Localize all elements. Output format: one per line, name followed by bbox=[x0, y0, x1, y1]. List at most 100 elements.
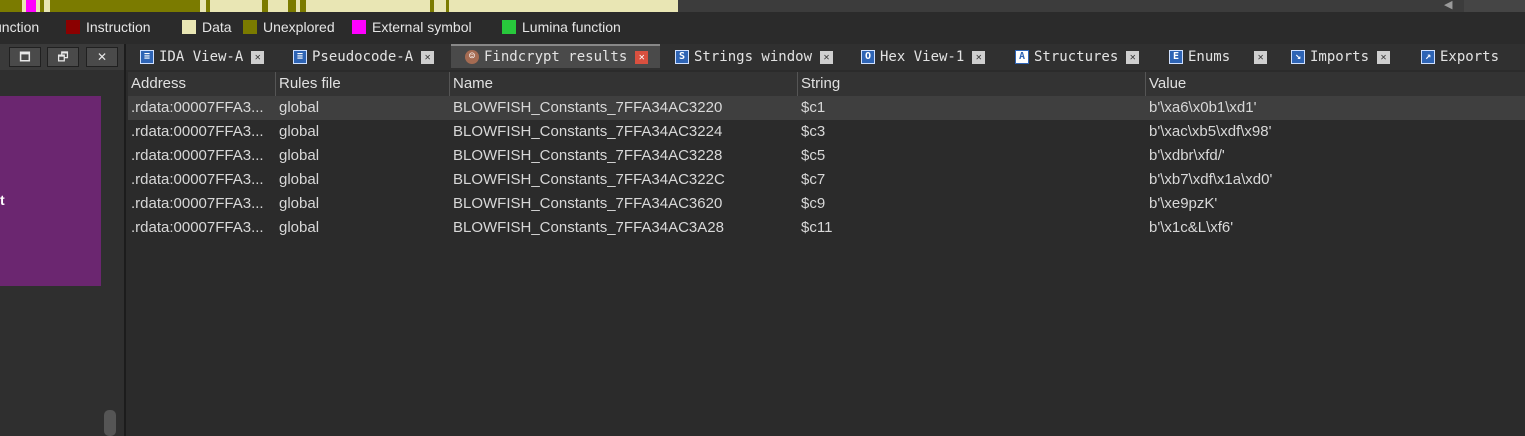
column-header-value[interactable]: Value bbox=[1146, 72, 1525, 96]
tab-ida-view-a[interactable]: ≡ IDA View-A ✕ bbox=[140, 44, 265, 70]
navigation-segment[interactable] bbox=[268, 0, 288, 12]
tab-imports[interactable]: ↘ Imports ✕ bbox=[1291, 44, 1391, 70]
tab-strings-window[interactable]: S Strings window ✕ bbox=[675, 44, 834, 70]
left-panel-toolbar: 🗖 🗗 ✕ bbox=[0, 44, 126, 70]
navigation-segment[interactable] bbox=[50, 0, 200, 12]
legend-label: unction bbox=[0, 19, 40, 35]
close-tab-icon[interactable]: ✕ bbox=[635, 50, 649, 64]
tab-pseudocode-a[interactable]: ≡ Pseudocode-A ✕ bbox=[293, 44, 435, 70]
cell-name: BLOWFISH_Constants_7FFA34AC3620 bbox=[453, 195, 723, 212]
strings-icon: S bbox=[675, 50, 689, 64]
table-row[interactable]: .rdata:00007FFA3... global BLOWFISH_Consta… bbox=[128, 216, 1525, 240]
legend-item-function: unction bbox=[0, 18, 39, 36]
navigation-segment[interactable] bbox=[0, 0, 22, 12]
navigation-segment[interactable] bbox=[26, 0, 36, 12]
tab-label: Hex View-1 bbox=[880, 49, 965, 65]
close-tab-icon[interactable]: ✕ bbox=[251, 50, 265, 64]
navigation-segment[interactable] bbox=[210, 0, 262, 12]
cell-string: $c5 bbox=[801, 147, 826, 164]
cell-name: BLOWFISH_Constants_7FFA34AC3224 bbox=[453, 123, 723, 140]
cell-name: BLOWFISH_Constants_7FFA34AC3A28 bbox=[453, 219, 724, 236]
close-tab-icon[interactable]: ✕ bbox=[820, 50, 834, 64]
navigation-legend: unction Instruction Data Unexplored Exte… bbox=[0, 12, 1525, 42]
column-header-address[interactable]: Address bbox=[128, 72, 276, 96]
tab-structures[interactable]: A Structures ✕ bbox=[1015, 44, 1140, 70]
left-panel-highlight: t bbox=[0, 96, 101, 286]
tab-label: Structures bbox=[1034, 49, 1119, 65]
float-button[interactable]: 🗗 bbox=[47, 47, 79, 67]
restore-button[interactable]: 🗖 bbox=[9, 47, 41, 67]
column-header-name[interactable]: Name bbox=[450, 72, 798, 96]
close-tab-icon[interactable]: ✕ bbox=[1377, 50, 1391, 64]
cell-value: b'\xe9pzK' bbox=[1149, 195, 1218, 212]
tab-findcrypt-results[interactable]: ☺ Findcrypt results ✕ bbox=[451, 44, 660, 68]
cell-string: $c1 bbox=[801, 99, 826, 116]
panel-divider[interactable] bbox=[124, 44, 126, 436]
left-panel-scrollbar[interactable] bbox=[104, 410, 116, 436]
cell-string: $c7 bbox=[801, 171, 826, 188]
cell-address: .rdata:00007FFA3... bbox=[131, 195, 264, 212]
left-panel: t bbox=[0, 70, 126, 436]
cell-address: .rdata:00007FFA3... bbox=[131, 171, 264, 188]
tab-hex-view-1[interactable]: O Hex View-1 ✕ bbox=[861, 44, 986, 70]
legend-item-external-symbol: External symbol bbox=[352, 18, 472, 36]
legend-label: Data bbox=[202, 19, 232, 35]
cell-address: .rdata:00007FFA3... bbox=[131, 147, 264, 164]
navigation-segment[interactable] bbox=[434, 0, 446, 12]
cell-value: b'\xac\xb5\xdf\x98' bbox=[1149, 123, 1272, 140]
table-row[interactable]: .rdata:00007FFA3... global BLOWFISH_Consta… bbox=[128, 96, 1525, 120]
pseudocode-icon: ≡ bbox=[293, 50, 307, 64]
navigation-band-map[interactable] bbox=[0, 0, 678, 12]
cell-name: BLOWFISH_Constants_7FFA34AC3220 bbox=[453, 99, 723, 116]
close-panel-button[interactable]: ✕ bbox=[86, 47, 118, 67]
legend-item-instruction: Instruction bbox=[66, 18, 151, 36]
legend-item-lumina-function: Lumina function bbox=[502, 18, 621, 36]
left-panel-text: t bbox=[0, 192, 5, 208]
cell-value: b'\xa6\x0b1\xd1' bbox=[1149, 99, 1257, 116]
tab-label: Exports bbox=[1440, 49, 1500, 65]
cell-string: $c11 bbox=[801, 219, 833, 236]
table-header: Address Rules file Name String Value bbox=[128, 72, 1525, 96]
close-tab-icon[interactable]: ✕ bbox=[421, 50, 435, 64]
navigation-segment[interactable] bbox=[306, 0, 320, 12]
close-tab-icon[interactable]: ✕ bbox=[1254, 50, 1268, 64]
close-tab-icon[interactable]: ✕ bbox=[1126, 50, 1140, 64]
cell-address: .rdata:00007FFA3... bbox=[131, 219, 264, 236]
cell-value: b'\x1c&L\xf6' bbox=[1149, 219, 1234, 236]
navigation-segment[interactable] bbox=[320, 0, 430, 12]
column-header-string[interactable]: String bbox=[798, 72, 1146, 96]
enums-icon: E bbox=[1169, 50, 1183, 64]
navigation-scrollbar[interactable] bbox=[1464, 0, 1525, 12]
external-symbol-swatch bbox=[352, 20, 366, 34]
table-row[interactable]: .rdata:00007FFA3... global BLOWFISH_Consta… bbox=[128, 144, 1525, 168]
table-row[interactable]: .rdata:00007FFA3... global BLOWFISH_Consta… bbox=[128, 192, 1525, 216]
cell-rules-file: global bbox=[279, 195, 320, 212]
cell-value: b'\xdbr\xfd/' bbox=[1149, 147, 1225, 164]
legend-label: Unexplored bbox=[263, 19, 335, 35]
navigation-segment[interactable] bbox=[449, 0, 678, 12]
navigation-segment[interactable] bbox=[288, 0, 296, 12]
cell-value: b'\xb7\xdf\x1a\xd0' bbox=[1149, 171, 1273, 188]
findcrypt-icon: ☺ bbox=[465, 50, 479, 64]
table-row[interactable]: .rdata:00007FFA3... global BLOWFISH_Consta… bbox=[128, 120, 1525, 144]
navigation-band[interactable]: ◀ bbox=[0, 0, 1525, 12]
scroll-left-arrow-icon[interactable]: ◀ bbox=[1444, 0, 1452, 11]
legend-label: Lumina function bbox=[522, 19, 621, 35]
cell-rules-file: global bbox=[279, 147, 320, 164]
tab-bar: ≡ IDA View-A ✕ ≡ Pseudocode-A ✕ ☺ Findcr… bbox=[126, 44, 1525, 70]
cell-name: BLOWFISH_Constants_7FFA34AC322C bbox=[453, 171, 725, 188]
navigation-band-scroll[interactable]: ◀ bbox=[1438, 0, 1525, 12]
close-tab-icon[interactable]: ✕ bbox=[972, 50, 986, 64]
ida-view-icon: ≡ bbox=[140, 50, 154, 64]
legend-label: External symbol bbox=[372, 19, 472, 35]
tab-enums[interactable]: E Enums ✕ bbox=[1169, 44, 1268, 70]
cell-address: .rdata:00007FFA3... bbox=[131, 123, 264, 140]
cell-name: BLOWFISH_Constants_7FFA34AC3228 bbox=[453, 147, 723, 164]
cell-string: $c9 bbox=[801, 195, 826, 212]
cell-string: $c3 bbox=[801, 123, 826, 140]
cell-rules-file: global bbox=[279, 219, 320, 236]
tab-exports[interactable]: ↗ Exports bbox=[1421, 44, 1499, 70]
cell-rules-file: global bbox=[279, 123, 320, 140]
table-row[interactable]: .rdata:00007FFA3... global BLOWFISH_Consta… bbox=[128, 168, 1525, 192]
column-header-rules-file[interactable]: Rules file bbox=[276, 72, 450, 96]
